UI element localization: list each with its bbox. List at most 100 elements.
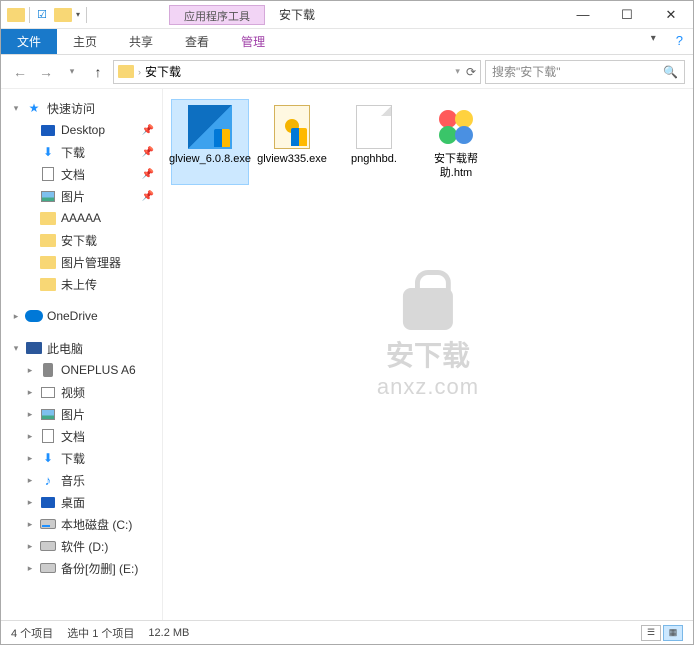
- chevron-icon[interactable]: ▸: [25, 431, 35, 442]
- sidebar-item-下载[interactable]: ⬇下载📌: [1, 141, 162, 163]
- sidebar-item-桌面[interactable]: ▸桌面: [1, 491, 162, 513]
- pic-icon: [39, 188, 57, 204]
- sidebar-quick-access[interactable]: ▾★快速访问: [1, 97, 162, 119]
- sidebar-item-音乐[interactable]: ▸♪音乐: [1, 469, 162, 491]
- file-list[interactable]: 安下载 anxz.com glview_6.0.8.exe glview335.e…: [163, 89, 693, 620]
- sidebar-item-未上传[interactable]: 未上传: [1, 273, 162, 295]
- sidebar-item-图片管理器[interactable]: 图片管理器: [1, 251, 162, 273]
- status-bar: 4 个项目 选中 1 个项目 12.2 MB ☰ ▦: [1, 620, 693, 644]
- chevron-icon[interactable]: ▾: [11, 343, 21, 354]
- watermark: 安下载 anxz.com: [377, 288, 479, 400]
- sidebar-item-下载[interactable]: ▸⬇下载: [1, 447, 162, 469]
- tree-label: Desktop: [61, 123, 105, 137]
- tab-manage[interactable]: 管理: [225, 29, 281, 54]
- address-bar[interactable]: › 安下载 ▾ ⟳: [113, 60, 481, 84]
- status-selected: 选中 1 个项目: [67, 625, 134, 641]
- chevron-icon[interactable]: ▸: [11, 311, 21, 322]
- tree-label: 音乐: [61, 472, 85, 489]
- contextual-tab-label: 应用程序工具: [169, 5, 265, 25]
- tree-label: 未上传: [61, 276, 97, 293]
- chevron-icon[interactable]: ▸: [25, 497, 35, 508]
- tree-label: 安下载: [61, 232, 97, 249]
- tree-label: 软件 (D:): [61, 538, 108, 555]
- file-item[interactable]: glview_6.0.8.exe: [171, 99, 249, 185]
- help-icon[interactable]: ?: [666, 29, 693, 54]
- tab-view[interactable]: 查看: [169, 29, 225, 54]
- sidebar-item-文档[interactable]: ▸文档: [1, 425, 162, 447]
- sidebar-item-Desktop[interactable]: Desktop📌: [1, 119, 162, 141]
- tree-label: 此电脑: [47, 340, 83, 357]
- chevron-icon[interactable]: ▸: [25, 409, 35, 420]
- sidebar-item-视频[interactable]: ▸视频: [1, 381, 162, 403]
- folder-icon: [39, 254, 57, 270]
- sidebar-item-安下载[interactable]: 安下载: [1, 229, 162, 251]
- file-name: 安下载帮助.htm: [419, 153, 493, 181]
- nav-back-button[interactable]: ←: [9, 61, 31, 83]
- view-details-button[interactable]: ☰: [641, 625, 661, 641]
- item-icon: [25, 340, 43, 356]
- search-placeholder: 搜索"安下载": [492, 63, 561, 80]
- desktop-icon: [39, 122, 57, 138]
- pic-icon: [39, 406, 57, 422]
- folder-icon: [39, 276, 57, 292]
- folder-icon: [39, 232, 57, 248]
- nav-up-button[interactable]: ↑: [87, 61, 109, 83]
- tab-home[interactable]: 主页: [57, 29, 113, 54]
- sidebar-item-文档[interactable]: 文档📌: [1, 163, 162, 185]
- qat-dropdown-icon[interactable]: ▾: [76, 10, 80, 19]
- tab-share[interactable]: 共享: [113, 29, 169, 54]
- folder-icon: [39, 210, 57, 226]
- file-icon: [186, 103, 234, 151]
- chevron-icon[interactable]: ▾: [11, 103, 21, 114]
- sidebar-item-软件 (D:)[interactable]: ▸ 软件 (D:): [1, 535, 162, 557]
- tree-label: 备份[勿删] (E:): [61, 560, 138, 577]
- refresh-icon[interactable]: ⟳: [466, 65, 476, 79]
- sidebar-item-本地磁盘 (C:)[interactable]: ▸本地磁盘 (C:): [1, 513, 162, 535]
- ribbon-expand-icon[interactable]: ▾: [641, 29, 666, 54]
- chevron-icon[interactable]: ▸: [25, 365, 35, 376]
- qat-new-folder-icon[interactable]: [54, 8, 72, 22]
- minimize-button[interactable]: —: [561, 1, 605, 29]
- chevron-icon[interactable]: ▸: [25, 563, 35, 574]
- pin-icon: 📌: [142, 191, 154, 202]
- chevron-icon[interactable]: ▸: [25, 541, 35, 552]
- navigation-bar: ← → ▾ ↑ › 安下载 ▾ ⟳ 搜索"安下载" 🔍: [1, 55, 693, 89]
- qat-properties-icon[interactable]: ☑: [34, 7, 50, 23]
- file-item[interactable]: 安下载帮助.htm: [417, 99, 495, 185]
- address-dropdown-icon[interactable]: ▾: [455, 66, 460, 77]
- file-icon: [268, 103, 316, 151]
- tree-label: 图片: [61, 188, 85, 205]
- sidebar-item-ONEPLUS A6[interactable]: ▸ONEPLUS A6: [1, 359, 162, 381]
- doc-icon: [39, 428, 57, 444]
- tree-label: 图片管理器: [61, 254, 121, 271]
- chevron-icon[interactable]: ▸: [25, 453, 35, 464]
- sidebar-item-图片[interactable]: ▸图片: [1, 403, 162, 425]
- sidebar-item-备份[勿删] (E:)[interactable]: ▸ 备份[勿删] (E:): [1, 557, 162, 579]
- chevron-icon[interactable]: ▸: [25, 387, 35, 398]
- sidebar-onedrive[interactable]: ▸ OneDrive: [1, 305, 162, 327]
- search-icon[interactable]: 🔍: [663, 65, 678, 79]
- tree-label: OneDrive: [47, 309, 98, 323]
- video-icon: [39, 384, 57, 400]
- view-icons-button[interactable]: ▦: [663, 625, 683, 641]
- sidebar-item-AAAAA[interactable]: AAAAA: [1, 207, 162, 229]
- sidebar-this-pc[interactable]: ▾ 此电脑: [1, 337, 162, 359]
- nav-history-dropdown[interactable]: ▾: [61, 61, 83, 83]
- maximize-button[interactable]: ☐: [605, 1, 649, 29]
- drive-c-icon: [39, 516, 57, 532]
- ribbon-tabs: 文件 主页 共享 查看 管理 ▾ ?: [1, 29, 693, 55]
- tab-file[interactable]: 文件: [1, 29, 57, 54]
- sidebar-item-图片[interactable]: 图片 📌: [1, 185, 162, 207]
- tree-label: AAAAA: [61, 211, 101, 225]
- file-item[interactable]: pnghhbd.: [335, 99, 413, 185]
- file-name: glview335.exe: [257, 153, 327, 167]
- tree-label: 文档: [61, 166, 85, 183]
- navigation-pane[interactable]: ▾★快速访问Desktop📌⬇下载📌文档📌 图片 📌 AAAAA 安下载图片管理器未上传…: [1, 89, 163, 620]
- chevron-icon[interactable]: ▸: [25, 475, 35, 486]
- chevron-icon[interactable]: ▸: [25, 519, 35, 530]
- breadcrumb[interactable]: 安下载: [141, 63, 185, 80]
- close-button[interactable]: ✕: [649, 1, 693, 29]
- search-input[interactable]: 搜索"安下载" 🔍: [485, 60, 685, 84]
- file-item[interactable]: glview335.exe: [253, 99, 331, 185]
- folder-icon[interactable]: [7, 8, 25, 22]
